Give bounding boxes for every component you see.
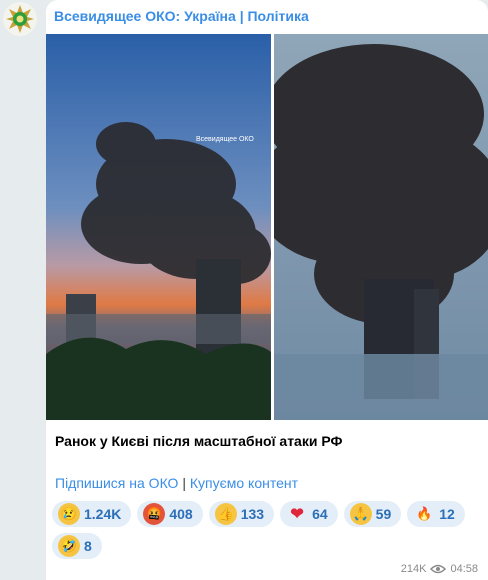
reaction-crying[interactable]: 😢 1.24K — [52, 501, 132, 527]
channel-avatar[interactable] — [3, 2, 37, 36]
message-bubble: Всевидящее ОКО: Україна | Політика Всеви… — [46, 0, 488, 580]
reaction-rofl[interactable]: 🤣 8 — [52, 533, 102, 559]
subscribe-link[interactable]: Підпишися на ОКО — [55, 475, 178, 491]
message-meta: 214K 04:58 — [401, 563, 478, 575]
photo-watermark: Всевидящее ОКО — [196, 136, 254, 143]
channel-title[interactable]: Всевидящее ОКО: Україна | Політика — [54, 8, 309, 24]
reaction-fire[interactable]: 🔥 12 — [407, 501, 465, 527]
eye-icon — [430, 564, 447, 574]
reaction-count: 1.24K — [84, 506, 122, 522]
reaction-count: 64 — [312, 506, 328, 522]
rofl-face-icon: 🤣 — [58, 535, 80, 557]
crying-face-icon: 😢 — [58, 503, 80, 525]
post-time: 04:58 — [450, 563, 478, 575]
reaction-folded-hands[interactable]: 🙏 59 — [343, 501, 402, 527]
eye-logo-icon — [6, 5, 34, 33]
thumbs-up-icon: 👍 — [214, 503, 237, 525]
photo-left[interactable]: Всевидящее ОКО — [46, 34, 271, 420]
link-separator: | — [182, 475, 186, 491]
view-count: 214K — [400, 563, 427, 575]
reaction-angry[interactable]: 🤬 408 — [137, 501, 203, 527]
reaction-count: 12 — [439, 506, 455, 522]
red-heart-icon: ❤ — [290, 506, 304, 523]
reaction-count: 133 — [240, 506, 265, 522]
reaction-thumbs-up[interactable]: 👍 133 — [208, 501, 275, 527]
folded-hands-icon: 🙏 — [349, 503, 372, 525]
fire-icon: 🔥 — [416, 506, 433, 521]
reactions-bar: 😢 1.24K 🤬 408 👍 133 ❤ 64 🙏 59 🔥 12 🤣 8 — [52, 501, 472, 559]
reaction-count: 408 — [169, 506, 193, 522]
reaction-count: 8 — [84, 538, 92, 554]
post-caption: Ранок у Києві після масштабної атаки РФ — [55, 433, 343, 449]
photo-right[interactable] — [274, 34, 488, 420]
reaction-count: 59 — [375, 506, 392, 522]
reaction-heart[interactable]: ❤ 64 — [280, 501, 338, 527]
post-links: Підпишися на ОКО | Купуємо контент — [55, 475, 298, 491]
angry-face-icon: 🤬 — [143, 503, 166, 525]
buy-content-link[interactable]: Купуємо контент — [190, 475, 298, 491]
